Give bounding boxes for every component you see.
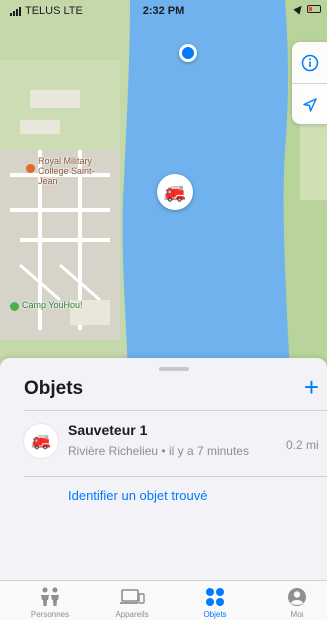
map-view[interactable]: Royal Military College Saint-Jean Camp Y… <box>0 0 327 372</box>
info-icon <box>301 54 318 71</box>
location-services-icon <box>293 3 305 15</box>
fire-truck-icon: 🚒 <box>31 433 51 450</box>
tab-objets-label: Objets <box>203 610 227 619</box>
location-arrow-icon <box>302 97 317 112</box>
item-separator: • <box>161 444 169 458</box>
tab-personnes[interactable]: Personnes <box>15 587 85 619</box>
status-time: 2:32 PM <box>142 5 185 17</box>
sheet-header-divider <box>24 410 327 411</box>
poi-college-label: Royal Military College Saint-Jean <box>38 156 95 186</box>
devices-icon <box>120 589 145 604</box>
items-icon <box>206 588 224 606</box>
battery-icon <box>307 5 321 13</box>
item-row-divider <box>24 476 327 477</box>
person-icon <box>288 588 306 606</box>
track-location-button[interactable] <box>292 84 327 125</box>
item-location: Rivière Richelieu <box>68 444 159 458</box>
sheet-title: Objets <box>24 378 84 399</box>
tab-bar: Personnes Appareils Objets Moi <box>0 580 327 620</box>
tab-personnes-label: Personnes <box>30 610 70 619</box>
tab-moi-label: Moi <box>290 610 304 619</box>
tab-appareils[interactable]: Appareils <box>97 587 167 619</box>
item-subtitle: Rivière Richelieu • il y a 7 minutes <box>68 444 249 458</box>
people-icon <box>41 587 59 606</box>
user-location-dot <box>179 44 197 62</box>
status-right <box>293 3 321 15</box>
tab-appareils-label: Appareils <box>115 610 149 619</box>
item-map-pin[interactable]: 🚒 <box>157 174 193 210</box>
tab-moi[interactable]: Moi <box>262 587 327 619</box>
item-row-sauveteur-1[interactable]: 🚒 Sauveteur 1 Rivière Richelieu • il y a… <box>0 418 327 466</box>
identify-found-item-link[interactable]: Identifier un objet trouvé <box>68 488 207 503</box>
tab-objets[interactable]: Objets <box>180 587 250 619</box>
sheet-grabber[interactable] <box>159 367 189 371</box>
item-name: Sauveteur 1 <box>68 422 148 438</box>
item-time-ago: il y a 7 minutes <box>168 444 249 458</box>
poi-royal-military-college[interactable]: Royal Military College Saint-Jean <box>26 156 110 186</box>
poi-camp-icon <box>10 302 19 311</box>
poi-camp-label: Camp YouHou! <box>22 300 83 310</box>
item-distance: 0.2 mi <box>286 438 319 452</box>
poi-camp-youhou[interactable]: Camp YouHou! <box>10 300 83 311</box>
poi-college-icon <box>26 164 35 173</box>
map-info-button[interactable] <box>292 42 327 83</box>
fire-truck-icon: 🚒 <box>163 181 187 202</box>
status-bar: TELUS LTE 2:32 PM <box>0 0 327 22</box>
map-controls <box>292 42 327 124</box>
add-item-button[interactable]: + <box>304 374 319 400</box>
item-avatar: 🚒 <box>24 424 58 458</box>
